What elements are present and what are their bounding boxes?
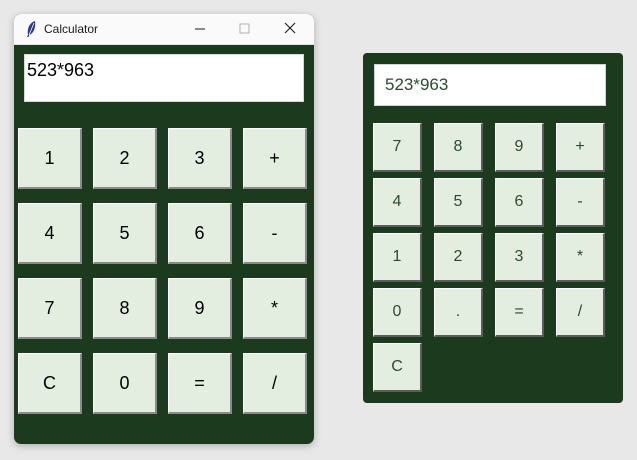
- keypad: 7 8 9 + 4 5 6 - 1 2 3 * 0 . = / C: [373, 123, 605, 392]
- key-7[interactable]: 7: [373, 123, 422, 172]
- key-equals[interactable]: =: [168, 353, 232, 414]
- maximize-icon: [239, 23, 250, 34]
- window-title: Calculator: [44, 22, 99, 36]
- key-6[interactable]: 6: [168, 203, 232, 264]
- key-clear[interactable]: C: [18, 353, 82, 414]
- minimize-button[interactable]: [178, 14, 222, 44]
- display-field[interactable]: 523*963: [374, 64, 606, 106]
- key-1[interactable]: 1: [18, 128, 82, 189]
- key-plus[interactable]: +: [556, 123, 605, 172]
- feather-icon: [27, 21, 36, 37]
- key-5[interactable]: 5: [93, 203, 157, 264]
- title-bar: Calculator: [14, 14, 314, 45]
- close-icon: [284, 22, 296, 34]
- key-4[interactable]: 4: [18, 203, 82, 264]
- calculator-window-left: Calculator 523*963 1 2 3 + 4 5 6 - 7 8 9…: [14, 14, 314, 444]
- key-1[interactable]: 1: [373, 233, 422, 282]
- key-clear[interactable]: C: [373, 343, 422, 392]
- key-2[interactable]: 2: [93, 128, 157, 189]
- key-plus[interactable]: +: [243, 128, 307, 189]
- calculator-window-right: 523*963 7 8 9 + 4 5 6 - 1 2 3 * 0 . = / …: [363, 53, 623, 403]
- key-7[interactable]: 7: [18, 278, 82, 339]
- maximize-button[interactable]: [222, 14, 266, 44]
- key-9[interactable]: 9: [495, 123, 544, 172]
- close-button[interactable]: [268, 14, 312, 44]
- key-minus[interactable]: -: [243, 203, 307, 264]
- key-6[interactable]: 6: [495, 178, 544, 227]
- key-multiply[interactable]: *: [556, 233, 605, 282]
- key-4[interactable]: 4: [373, 178, 422, 227]
- key-8[interactable]: 8: [434, 123, 483, 172]
- display-field[interactable]: 523*963: [24, 54, 304, 102]
- key-divide[interactable]: /: [243, 353, 307, 414]
- key-8[interactable]: 8: [93, 278, 157, 339]
- keypad: 1 2 3 + 4 5 6 - 7 8 9 * C 0 = /: [18, 128, 310, 414]
- key-equals[interactable]: =: [495, 288, 544, 337]
- key-minus[interactable]: -: [556, 178, 605, 227]
- key-divide[interactable]: /: [556, 288, 605, 337]
- key-5[interactable]: 5: [434, 178, 483, 227]
- key-multiply[interactable]: *: [243, 278, 307, 339]
- key-0[interactable]: 0: [93, 353, 157, 414]
- key-0[interactable]: 0: [373, 288, 422, 337]
- key-decimal[interactable]: .: [434, 288, 483, 337]
- key-2[interactable]: 2: [434, 233, 483, 282]
- minimize-icon: [195, 28, 205, 30]
- key-3[interactable]: 3: [495, 233, 544, 282]
- key-3[interactable]: 3: [168, 128, 232, 189]
- key-9[interactable]: 9: [168, 278, 232, 339]
